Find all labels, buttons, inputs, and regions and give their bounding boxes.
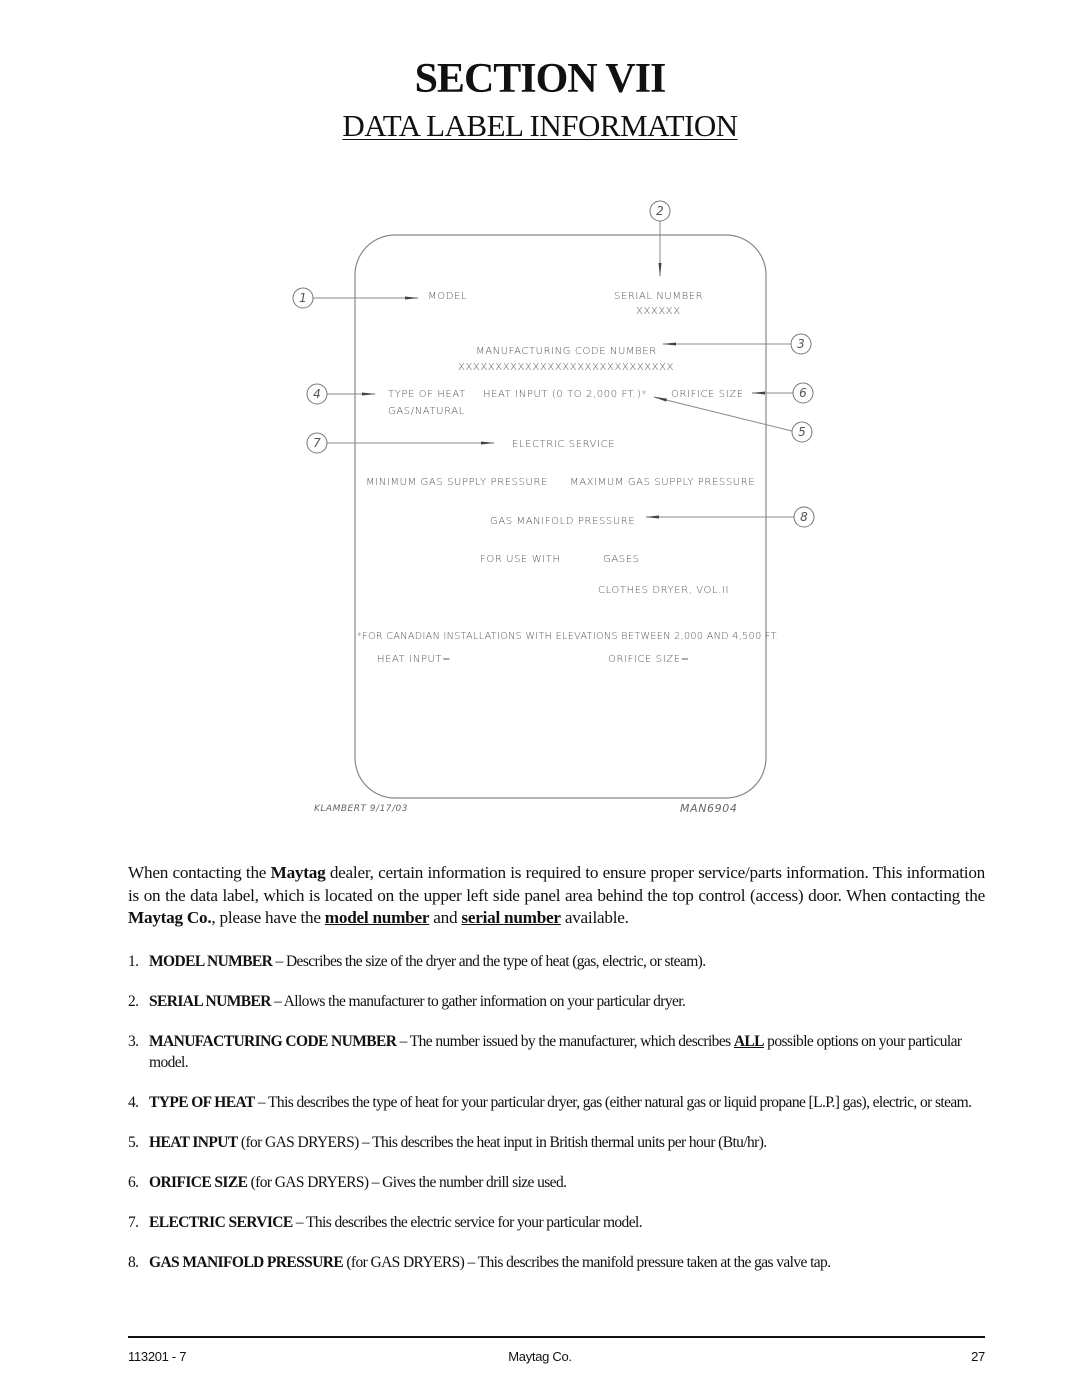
field-orifice-size: ORIFICE SIZE xyxy=(671,389,744,400)
field-serial-number: SERIAL NUMBER xyxy=(614,291,703,302)
item-term: GAS MANIFOLD PRESSURE xyxy=(149,1253,344,1271)
intro-text: , please have the xyxy=(211,908,325,927)
item-description: – This describes the type of heat for yo… xyxy=(254,1093,972,1111)
item-number: 6. xyxy=(128,1173,139,1191)
item-term: TYPE OF HEAT xyxy=(149,1093,255,1111)
field-orifice-size-eq: ORIFICE SIZE= xyxy=(608,654,690,665)
item-number: 2. xyxy=(128,993,139,1010)
item-number: 8. xyxy=(128,1253,139,1271)
list-item: 6. ORIFICE SIZE (for GAS DRYERS) – Gives … xyxy=(128,1173,988,1194)
item-description: – Allows the manufacturer to gather info… xyxy=(270,993,686,1010)
field-mfg-code-value: XXXXXXXXXXXXXXXXXXXXXXXXXXXXX xyxy=(458,362,674,373)
definitions-list: 1. MODEL NUMBER – Describes the size of t… xyxy=(128,952,988,1293)
item-description: (for GAS DRYERS) – Gives the number dril… xyxy=(247,1173,567,1191)
field-gases: GASES xyxy=(603,554,640,565)
item-description: (for GAS DRYERS) – This describes the he… xyxy=(237,1133,767,1151)
brand-name: Maytag xyxy=(270,863,326,882)
field-max-gas-pressure: MAXIMUM GAS SUPPLY PRESSURE xyxy=(570,477,755,488)
field-heat-input-eq: HEAT INPUT= xyxy=(377,654,451,665)
footer-divider xyxy=(128,1336,985,1338)
item-number: 5. xyxy=(128,1133,139,1151)
drawing-number: MAN6904 xyxy=(680,802,737,815)
footer-company: Maytag Co. xyxy=(508,1349,572,1364)
brand-name: Maytag Co. xyxy=(128,908,212,927)
intro-text: available. xyxy=(560,908,629,927)
list-item: 7. ELECTRIC SERVICE – This describes the … xyxy=(128,1213,988,1234)
callout-number-1: 1 xyxy=(299,291,307,305)
list-item: 4. TYPE OF HEAT – This describes the type… xyxy=(128,1093,988,1114)
field-electric-service: ELECTRIC SERVICE xyxy=(512,439,615,450)
field-for-use-with: FOR USE WITH xyxy=(480,554,561,565)
intro-text: and xyxy=(429,908,462,927)
item-term: MODEL NUMBER xyxy=(149,953,273,970)
item-description: – Describes the size of the dryer and th… xyxy=(272,953,707,970)
callout-number-2: 2 xyxy=(656,204,664,218)
item-emphasis: ALL xyxy=(733,1033,765,1050)
item-description: – This describes the electric service fo… xyxy=(292,1213,643,1231)
callout-number-5: 5 xyxy=(798,425,806,439)
item-term: ELECTRIC SERVICE xyxy=(149,1213,293,1231)
list-item: 8. GAS MANIFOLD PRESSURE (for GAS DRYERS)… xyxy=(128,1253,988,1274)
list-item: 5. HEAT INPUT (for GAS DRYERS) – This des… xyxy=(128,1133,988,1154)
field-heat-input: HEAT INPUT (0 TO 2,000 FT.)* xyxy=(483,389,647,400)
list-item: 1. MODEL NUMBER – Describes the size of t… xyxy=(128,952,988,973)
field-clothes-dryer: CLOTHES DRYER, VOL.II xyxy=(598,585,729,596)
field-canadian-note: *FOR CANADIAN INSTALLATIONS WITH ELEVATI… xyxy=(357,631,779,642)
item-number: 3. xyxy=(128,1033,139,1050)
item-description: – The number issued by the manufacturer,… xyxy=(396,1033,734,1050)
field-mfg-code: MANUFACTURING CODE NUMBER xyxy=(476,346,657,357)
list-item: 3. MANUFACTURING CODE NUMBER – The number… xyxy=(128,1032,988,1073)
callout-number-3: 3 xyxy=(797,337,805,351)
field-gas-natural: GAS/NATURAL xyxy=(388,406,465,417)
item-term: ORIFICE SIZE xyxy=(149,1173,248,1191)
field-min-gas-pressure: MINIMUM GAS SUPPLY PRESSURE xyxy=(366,477,548,488)
model-number-emphasis: model number xyxy=(324,908,430,927)
item-number: 7. xyxy=(128,1213,139,1231)
list-item: 2. SERIAL NUMBER – Allows the manufacture… xyxy=(128,992,988,1013)
callout-number-4: 4 xyxy=(313,387,321,401)
data-label-diagram: MODEL SERIAL NUMBER XXXXXX MANUFACTURING… xyxy=(292,200,815,815)
intro-paragraph: When contacting the Maytag dealer, certa… xyxy=(128,862,985,930)
item-term: MANUFACTURING CODE NUMBER xyxy=(149,1033,397,1050)
page-number: 27 xyxy=(971,1349,985,1364)
field-gas-manifold-pressure: GAS MANIFOLD PRESSURE xyxy=(490,516,635,527)
field-type-of-heat: TYPE OF HEAT xyxy=(388,389,466,400)
drawn-by: KLAMBERT 9/17/03 xyxy=(314,804,408,814)
item-description: (for GAS DRYERS) – This describes the ma… xyxy=(343,1253,831,1271)
callout-number-6: 6 xyxy=(799,386,807,400)
item-number: 4. xyxy=(128,1093,139,1111)
field-model: MODEL xyxy=(428,291,467,302)
callout-number-7: 7 xyxy=(313,436,321,450)
callout-number-8: 8 xyxy=(800,510,808,524)
field-serial-value: XXXXXX xyxy=(636,306,681,317)
item-term: HEAT INPUT xyxy=(149,1133,238,1151)
leader-5 xyxy=(653,396,793,432)
item-term: SERIAL NUMBER xyxy=(149,993,271,1010)
item-number: 1. xyxy=(128,953,139,970)
serial-number-emphasis: serial number xyxy=(461,908,561,927)
intro-text: When contacting the xyxy=(128,863,271,882)
